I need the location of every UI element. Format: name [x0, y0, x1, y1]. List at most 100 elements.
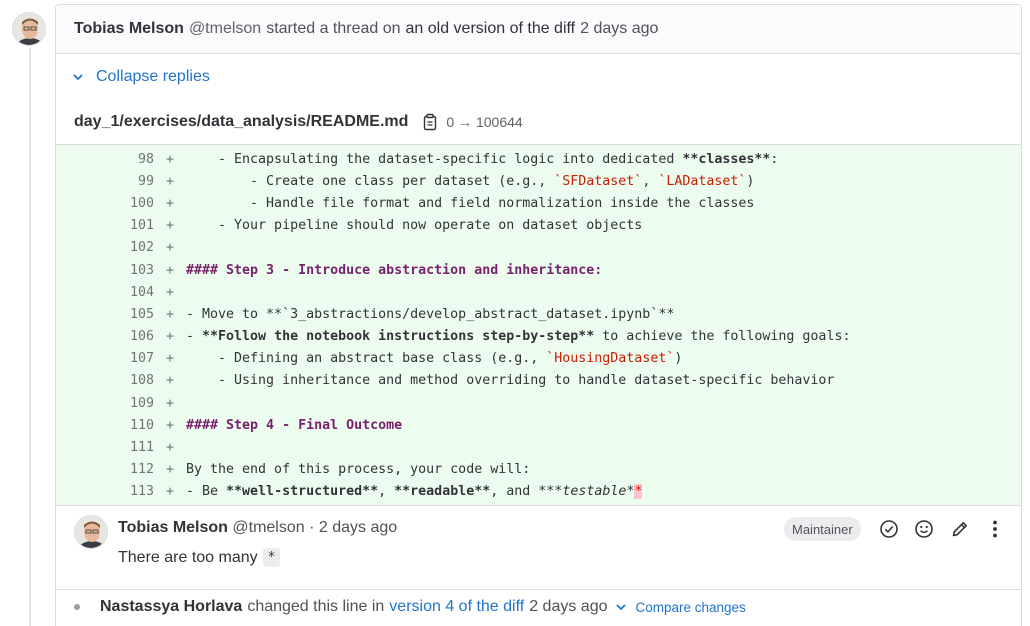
- line-code: - Create one class per dataset (e.g., `S…: [186, 173, 755, 189]
- diff-line: 113 + - Be **well-structured**, **readab…: [56, 481, 1021, 503]
- line-number[interactable]: 103: [56, 263, 154, 278]
- line-code: - Using inheritance and method overridin…: [186, 373, 835, 389]
- line-number[interactable]: 111: [56, 440, 154, 455]
- thread-header: Tobias Melson @tmelson started a thread …: [56, 5, 1021, 54]
- discussion-card: Tobias Melson @tmelson started a thread …: [55, 4, 1022, 626]
- diff-line: 99 + - Create one class per dataset (e.g…: [56, 170, 1021, 192]
- note-time[interactable]: 2 days ago: [319, 519, 397, 536]
- diff-line: 107 + - Defining an abstract base class …: [56, 348, 1021, 370]
- line-number[interactable]: 108: [56, 373, 154, 388]
- more-actions-button[interactable]: [984, 518, 1006, 540]
- line-number[interactable]: 112: [56, 462, 154, 477]
- line-number[interactable]: 106: [56, 329, 154, 344]
- add-reaction-button[interactable]: [913, 518, 935, 540]
- copy-icon[interactable]: [422, 113, 438, 131]
- diff-line: 112 + By the end of this process, your c…: [56, 459, 1021, 481]
- note-body: There are too many *: [118, 548, 281, 567]
- line-number[interactable]: 113: [56, 484, 154, 499]
- thread-verb: started a thread on: [266, 20, 401, 37]
- smile-icon: [915, 520, 933, 538]
- line-number[interactable]: 110: [56, 418, 154, 433]
- diff-line: 109 +: [56, 392, 1021, 414]
- diff-table: 98 + - Encapsulating the dataset-specifi…: [56, 144, 1021, 506]
- diff-line: 102 +: [56, 237, 1021, 259]
- line-number[interactable]: 105: [56, 307, 154, 322]
- note-author[interactable]: Tobias Melson: [118, 519, 228, 536]
- system-note-author[interactable]: Nastassya Horlava: [100, 598, 242, 616]
- plus-sign: +: [165, 462, 174, 478]
- note-text: There are too many: [118, 548, 258, 566]
- line-code: - Move to **`3_abstractions/develop_abst…: [186, 306, 675, 322]
- plus-sign: +: [165, 484, 174, 500]
- thread-handle[interactable]: @tmelson: [189, 20, 261, 38]
- line-code: - Encapsulating the dataset-specific log…: [186, 151, 779, 167]
- thread-time: 2 days ago: [580, 20, 659, 37]
- plus-sign: +: [165, 173, 174, 189]
- diff-line: 101 + - Your pipeline should now operate…: [56, 215, 1021, 237]
- plus-sign: +: [165, 395, 174, 411]
- diff-line: 108 + - Using inheritance and method ove…: [56, 370, 1021, 392]
- plus-sign: +: [165, 151, 174, 167]
- plus-sign: +: [165, 329, 174, 345]
- avatar[interactable]: [12, 12, 46, 46]
- thread-author[interactable]: Tobias Melson: [74, 20, 184, 38]
- plus-sign: +: [165, 240, 174, 256]
- line-number[interactable]: 100: [56, 196, 154, 211]
- plus-sign: +: [165, 218, 174, 234]
- system-note: Nastassya Horlava changed this line in v…: [56, 586, 1023, 626]
- resolve-thread-button[interactable]: [878, 518, 900, 540]
- pencil-icon: [952, 522, 967, 537]
- timeline-dot: [74, 604, 80, 610]
- plus-sign: +: [165, 306, 174, 322]
- line-code: - Handle file format and field normaliza…: [186, 195, 755, 211]
- diff-line: 104 +: [56, 281, 1021, 303]
- line-code: - **Follow the notebook instructions ste…: [186, 329, 851, 345]
- plus-sign: +: [165, 351, 174, 367]
- plus-sign: +: [165, 195, 174, 211]
- diff-version-link[interactable]: version 4 of the diff: [389, 598, 524, 616]
- note-meta: Tobias Melson @tmelson · 2 days ago: [118, 519, 397, 537]
- inline-code: *: [262, 548, 281, 567]
- diff-line: 111 +: [56, 436, 1021, 458]
- line-number[interactable]: 109: [56, 396, 154, 411]
- file-path: day_1/exercises/data_analysis/README.md: [74, 113, 409, 130]
- line-code: By the end of this process, your code wi…: [186, 462, 531, 478]
- line-code: - Defining an abstract base class (e.g.,…: [186, 351, 683, 367]
- line-code: - Be **well-structured**, **readable**, …: [186, 484, 643, 500]
- file-header: day_1/exercises/data_analysis/README.md …: [56, 100, 1021, 144]
- edit-comment-button[interactable]: [949, 518, 971, 540]
- diff-line: 98 + - Encapsulating the dataset-specifi…: [56, 148, 1021, 170]
- system-note-time: 2 days ago: [529, 598, 608, 615]
- line-number[interactable]: 102: [56, 240, 154, 255]
- reply-note: Tobias Melson @tmelson · 2 days ago Main…: [56, 506, 1021, 590]
- plus-sign: +: [165, 417, 174, 433]
- diff-line: 106 + - **Follow the notebook instructio…: [56, 326, 1021, 348]
- note-separator: ·: [309, 519, 315, 536]
- plus-sign: +: [165, 284, 174, 300]
- ellipsis-v-icon: [993, 520, 997, 538]
- plus-sign: +: [165, 440, 174, 456]
- timeline-line: [29, 48, 31, 626]
- line-number[interactable]: 99: [56, 174, 154, 189]
- chevron-down-icon: [616, 604, 627, 611]
- line-number[interactable]: 104: [56, 285, 154, 300]
- line-number[interactable]: 107: [56, 351, 154, 366]
- role-badge: Maintainer: [784, 517, 861, 541]
- avatar[interactable]: [74, 515, 108, 549]
- line-code: - Your pipeline should now operate on da…: [186, 218, 643, 234]
- diff-line: 105 + - Move to **`3_abstractions/develo…: [56, 303, 1021, 325]
- old-diff-link[interactable]: an old version of the diff: [406, 20, 576, 38]
- line-code: #### Step 3 - Introduce abstraction and …: [186, 262, 603, 278]
- line-number[interactable]: 101: [56, 218, 154, 233]
- plus-sign: +: [165, 262, 174, 278]
- plus-sign: +: [165, 373, 174, 389]
- line-number[interactable]: 98: [56, 152, 154, 167]
- collapse-replies-button[interactable]: Collapse replies: [56, 54, 1021, 100]
- collapse-replies-label: Collapse replies: [96, 68, 210, 85]
- note-handle[interactable]: @tmelson: [232, 519, 304, 536]
- diff-line: 103 + #### Step 3 - Introduce abstractio…: [56, 259, 1021, 281]
- diff-line: 100 + - Handle file format and field nor…: [56, 192, 1021, 214]
- line-code: #### Step 4 - Final Outcome: [186, 417, 403, 433]
- chevron-down-icon: [73, 74, 83, 81]
- compare-changes-button[interactable]: Compare changes: [615, 600, 746, 615]
